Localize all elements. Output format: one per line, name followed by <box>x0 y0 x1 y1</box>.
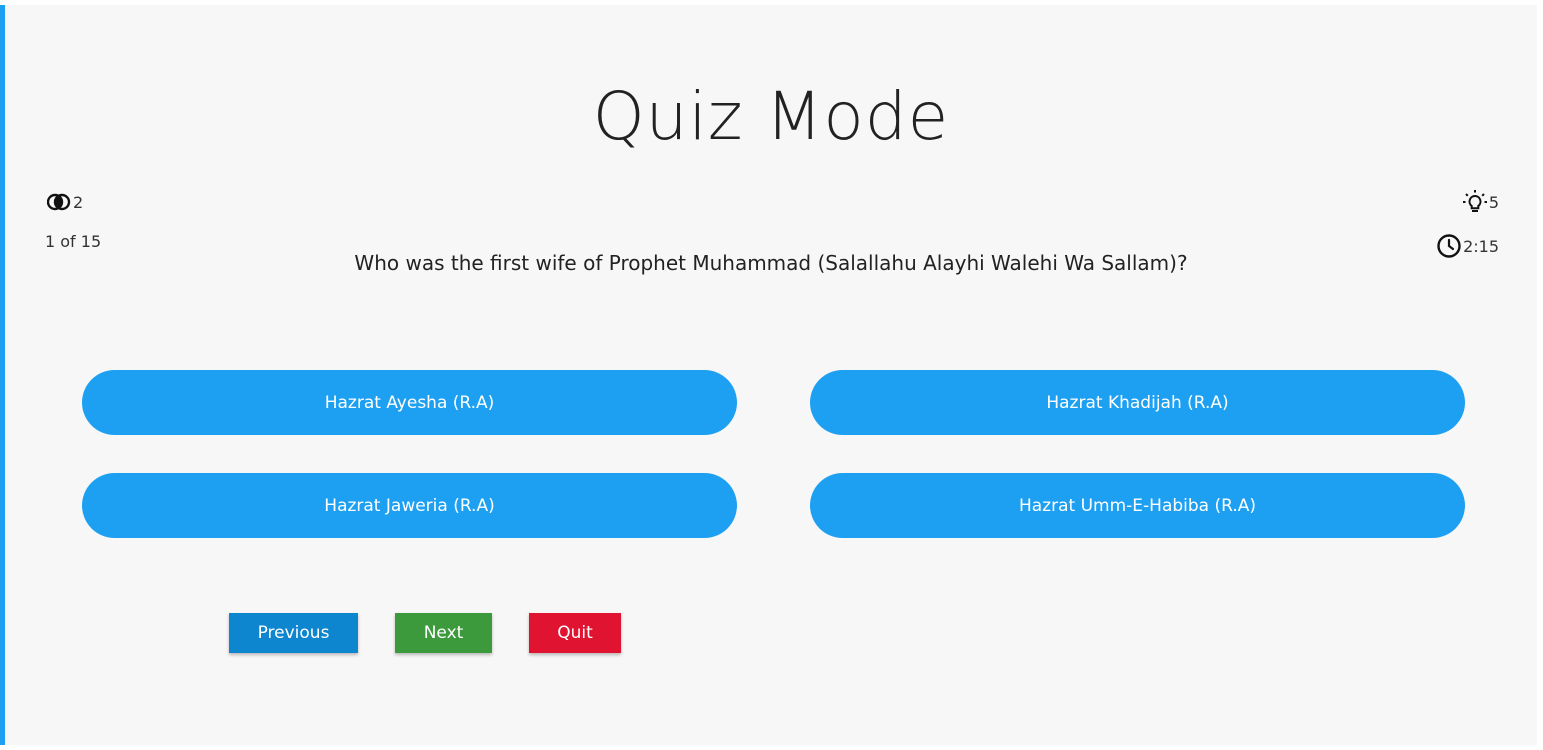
hints-count: 5 <box>1488 192 1499 212</box>
previous-button[interactable]: Previous <box>229 613 358 653</box>
hints-counter[interactable]: 5 <box>1461 189 1499 215</box>
lightbulb-icon <box>1462 190 1487 212</box>
quit-button[interactable]: Quit <box>529 613 621 653</box>
answer-option-2[interactable]: Hazrat Khadijah (R.A) <box>810 370 1465 435</box>
fifty-fifty-icon <box>47 193 71 211</box>
question-counter: 1 of 15 <box>45 232 102 251</box>
question-text: Who was the first wife of Prophet Muhamm… <box>354 251 1188 275</box>
lifelines-counter[interactable]: 2 <box>47 192 83 212</box>
answer-option-1[interactable]: Hazrat Ayesha (R.A) <box>82 370 737 435</box>
answer-option-4[interactable]: Hazrat Umm-E-Habiba (R.A) <box>810 473 1465 538</box>
quiz-container: Quiz Mode 2 1 of 15 5 2:15 Who was the f… <box>0 5 1537 745</box>
lifelines-count: 2 <box>73 192 84 212</box>
page-title: Quiz Mode <box>592 78 950 155</box>
next-button[interactable]: Next <box>395 613 492 653</box>
answer-option-3[interactable]: Hazrat Jaweria (R.A) <box>82 473 737 538</box>
